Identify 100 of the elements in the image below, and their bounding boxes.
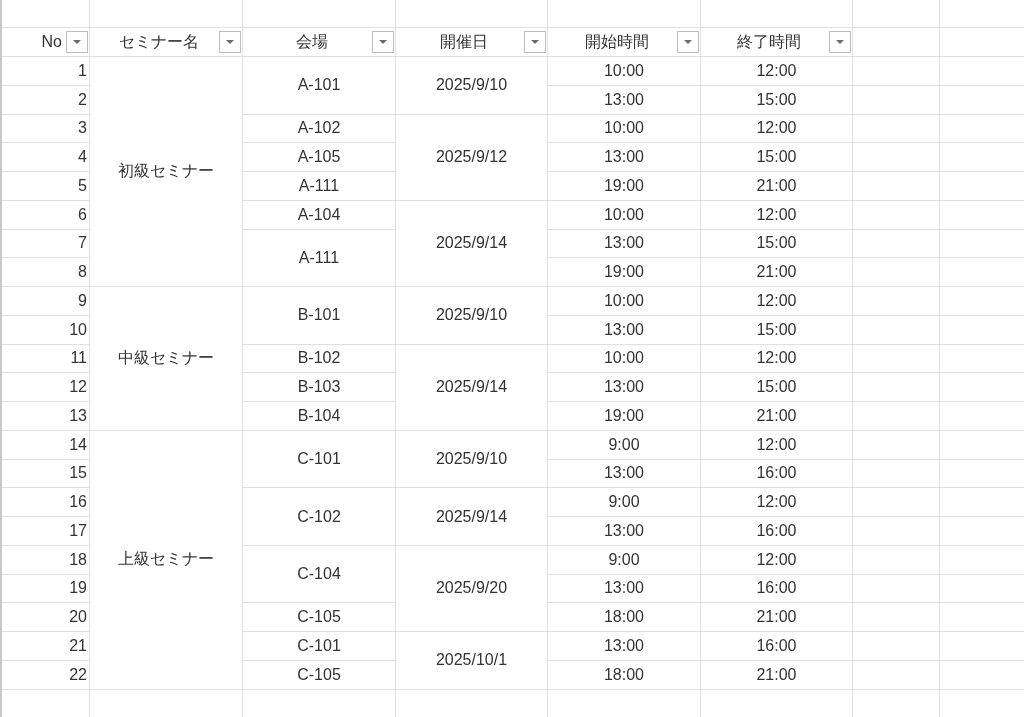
table-cell: 15:00 (701, 373, 853, 402)
table-cell: 19 (2, 574, 90, 604)
filter-dropdown-button[interactable] (829, 31, 851, 53)
table-cell: 17 (2, 517, 90, 546)
table-cell: 14 (2, 430, 90, 460)
table-cell: 12:00 (701, 545, 853, 575)
table-cell: 15:00 (701, 85, 853, 115)
table-cell: 10:00 (548, 57, 701, 86)
table-cell: 7 (2, 229, 90, 259)
table-cell: 9:00 (548, 430, 701, 460)
table-cell: C-102 (243, 488, 396, 546)
table-cell: 2025/9/14 (396, 488, 548, 546)
table-cell: 2025/9/10 (396, 57, 548, 115)
table-cell: 2025/10/1 (396, 632, 548, 690)
table-cell: 13:00 (548, 143, 701, 172)
table-cell: 12 (2, 373, 90, 402)
filter-dropdown-button[interactable] (372, 31, 394, 53)
table-cell: A-101 (243, 57, 396, 115)
table-cell: 19:00 (548, 402, 701, 431)
table-cell: 21:00 (701, 258, 853, 287)
table-cell: 13:00 (548, 373, 701, 402)
table-cell: 16:00 (701, 459, 853, 489)
table-cell: 15:00 (701, 229, 853, 259)
table-cell: 10:00 (548, 200, 701, 230)
caret-icon (73, 40, 81, 44)
table-cell: 6 (2, 200, 90, 230)
table-cell: A-105 (243, 143, 396, 172)
table-cell: 2025/9/20 (396, 545, 548, 632)
table-cell: 2025/9/14 (396, 200, 548, 287)
caret-icon (379, 40, 387, 44)
table-cell: 16:00 (701, 632, 853, 661)
table-cell: 21:00 (701, 172, 853, 201)
table-cell: 9:00 (548, 488, 701, 517)
column-header: 開始時間 (583, 31, 650, 52)
table-cell: 上級セミナー (90, 430, 243, 690)
table-cell: A-111 (243, 172, 396, 201)
table-cell: 16:00 (701, 517, 853, 546)
table-cell: 12:00 (701, 344, 853, 374)
table-cell: 18 (2, 545, 90, 575)
table-cell: 16:00 (701, 574, 853, 604)
caret-icon (684, 40, 692, 44)
table-cell: 22 (2, 660, 90, 690)
table-cell: 15 (2, 459, 90, 489)
table-cell: 5 (2, 172, 90, 201)
filter-dropdown-button[interactable] (66, 31, 88, 53)
table-cell: 中級セミナー (90, 287, 243, 431)
table-cell: 初級セミナー (90, 57, 243, 287)
table-cell: 21 (2, 632, 90, 661)
column-header: 終了時間 (736, 31, 802, 52)
caret-icon (531, 40, 539, 44)
column-header: 開催日 (439, 31, 489, 52)
table-cell: 2025/9/10 (396, 287, 548, 345)
table-cell: A-102 (243, 114, 396, 144)
table-cell: 2025/9/14 (396, 344, 548, 431)
table-cell: C-101 (243, 632, 396, 661)
table-cell: 1 (2, 57, 90, 86)
filter-dropdown-button[interactable] (677, 31, 699, 53)
table-cell: 21:00 (701, 402, 853, 431)
table-cell: 18:00 (548, 660, 701, 690)
table-cell: C-105 (243, 660, 396, 690)
table-cell: 2025/9/10 (396, 430, 548, 489)
table-cell: 2 (2, 85, 90, 115)
caret-icon (226, 40, 234, 44)
table-cell: 12:00 (701, 430, 853, 460)
table-cell: 9:00 (548, 545, 701, 575)
table-cell: 12:00 (701, 200, 853, 230)
table-cell: 12:00 (701, 57, 853, 86)
table-cell: 19:00 (548, 172, 701, 201)
table-cell: 13:00 (548, 229, 701, 259)
filter-dropdown-button[interactable] (524, 31, 546, 53)
table-cell: 13:00 (548, 459, 701, 489)
filter-dropdown-button[interactable] (219, 31, 241, 53)
table-cell: 12:00 (701, 114, 853, 144)
table-cell: 2025/9/12 (396, 114, 548, 201)
table-cell: 13:00 (548, 574, 701, 604)
table-cell: 9 (2, 287, 90, 316)
column-header: 会場 (294, 31, 329, 52)
table-cell: 13 (2, 402, 90, 431)
table-cell: 15:00 (701, 143, 853, 172)
table-cell: 10:00 (548, 114, 701, 144)
table-cell: 12:00 (701, 488, 853, 517)
table-cell: 15:00 (701, 315, 853, 345)
table-cell: 16 (2, 488, 90, 517)
table-cell: 21:00 (701, 660, 853, 690)
table-cell: C-101 (243, 430, 396, 489)
table-cell: 13:00 (548, 85, 701, 115)
table-cell: 10:00 (548, 344, 701, 374)
table-cell: 3 (2, 114, 90, 144)
table-cell: 11 (2, 344, 90, 374)
table-cell: C-105 (243, 603, 396, 632)
table-cell: B-102 (243, 344, 396, 374)
table-cell: 19:00 (548, 258, 701, 287)
column-header: セミナー名 (117, 31, 200, 52)
table-cell: 18:00 (548, 603, 701, 632)
table-cell: 10 (2, 315, 90, 345)
caret-icon (836, 40, 844, 44)
table-cell: 20 (2, 603, 90, 632)
table-cell: 13:00 (548, 517, 701, 546)
table-cell: C-104 (243, 545, 396, 604)
table-cell: 4 (2, 143, 90, 172)
